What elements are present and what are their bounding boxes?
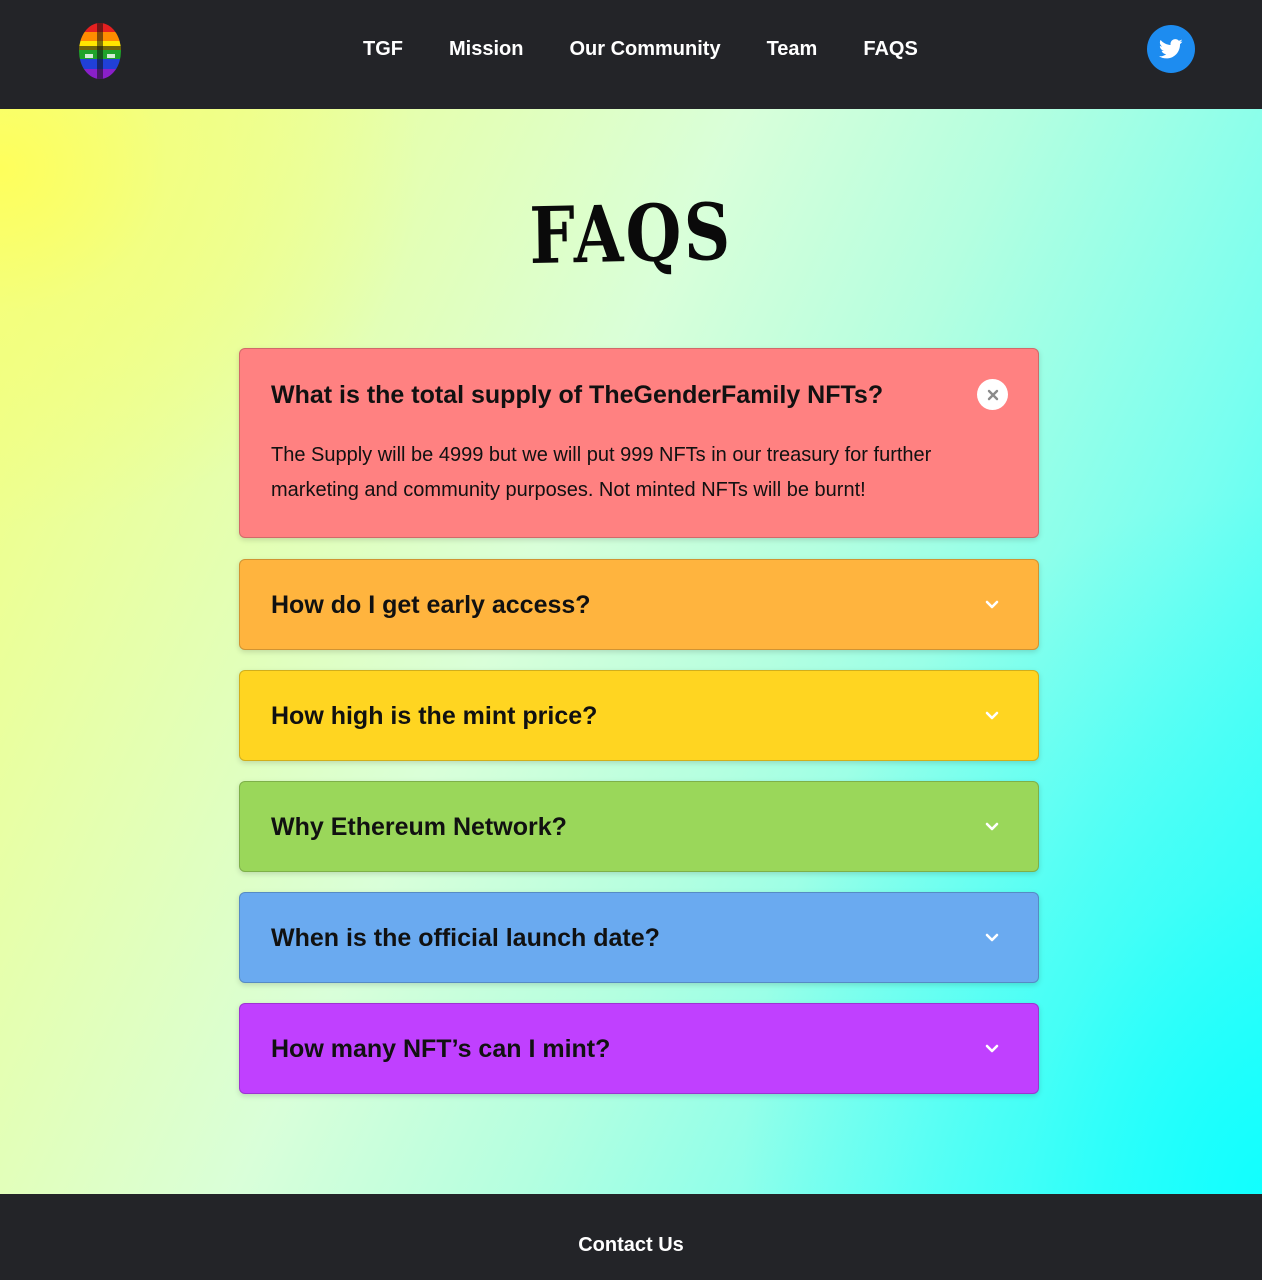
faq-question[interactable]: How many NFT’s can I mint? xyxy=(271,1004,610,1094)
nav-link-faqs[interactable]: FAQS xyxy=(840,38,940,61)
chevron-down-icon[interactable] xyxy=(982,594,1002,614)
faq-item-early-access[interactable]: How do I get early access? xyxy=(239,559,1039,650)
close-icon xyxy=(987,389,998,400)
faq-item-mint-price[interactable]: How high is the mint price? xyxy=(239,670,1039,761)
nav-link-our-community[interactable]: Our Community xyxy=(546,38,743,61)
faq-question[interactable]: Why Ethereum Network? xyxy=(271,782,567,872)
faq-question[interactable]: When is the official launch date? xyxy=(271,893,660,983)
page-title: FAQS xyxy=(528,186,734,283)
twitter-button[interactable] xyxy=(1147,25,1195,73)
main-nav: TGF Mission Our Community Team FAQS xyxy=(340,0,941,98)
contact-us-link[interactable]: Contact Us xyxy=(0,1234,1262,1257)
faq-item-how-many-nfts[interactable]: How many NFT’s can I mint? xyxy=(239,1003,1039,1094)
faq-question[interactable]: What is the total supply of TheGenderFam… xyxy=(271,380,883,410)
faq-question[interactable]: How do I get early access? xyxy=(271,560,591,650)
top-navbar: TGF Mission Our Community Team FAQS xyxy=(0,0,1262,109)
chevron-down-icon[interactable] xyxy=(982,705,1002,725)
nav-link-mission[interactable]: Mission xyxy=(426,38,546,61)
faq-collapse-button[interactable] xyxy=(977,379,1008,410)
nav-link-team[interactable]: Team xyxy=(744,38,841,61)
faq-item-launch-date[interactable]: When is the official launch date? xyxy=(239,892,1039,983)
chevron-down-icon[interactable] xyxy=(982,927,1002,947)
logo-icon[interactable] xyxy=(77,22,123,80)
faq-item-ethereum-network[interactable]: Why Ethereum Network? xyxy=(239,781,1039,872)
nav-link-tgf[interactable]: TGF xyxy=(340,38,426,61)
chevron-down-icon[interactable] xyxy=(982,816,1002,836)
footer: Contact Us xyxy=(0,1194,1262,1280)
faq-item-total-supply[interactable]: What is the total supply of TheGenderFam… xyxy=(239,348,1039,538)
faq-answer: The Supply will be 4999 but we will put … xyxy=(271,444,932,501)
faq-question[interactable]: How high is the mint price? xyxy=(271,671,597,761)
chevron-down-icon[interactable] xyxy=(982,1038,1002,1058)
twitter-icon xyxy=(1159,39,1183,59)
faq-section: FAQS What is the total supply of TheGend… xyxy=(0,109,1262,1194)
